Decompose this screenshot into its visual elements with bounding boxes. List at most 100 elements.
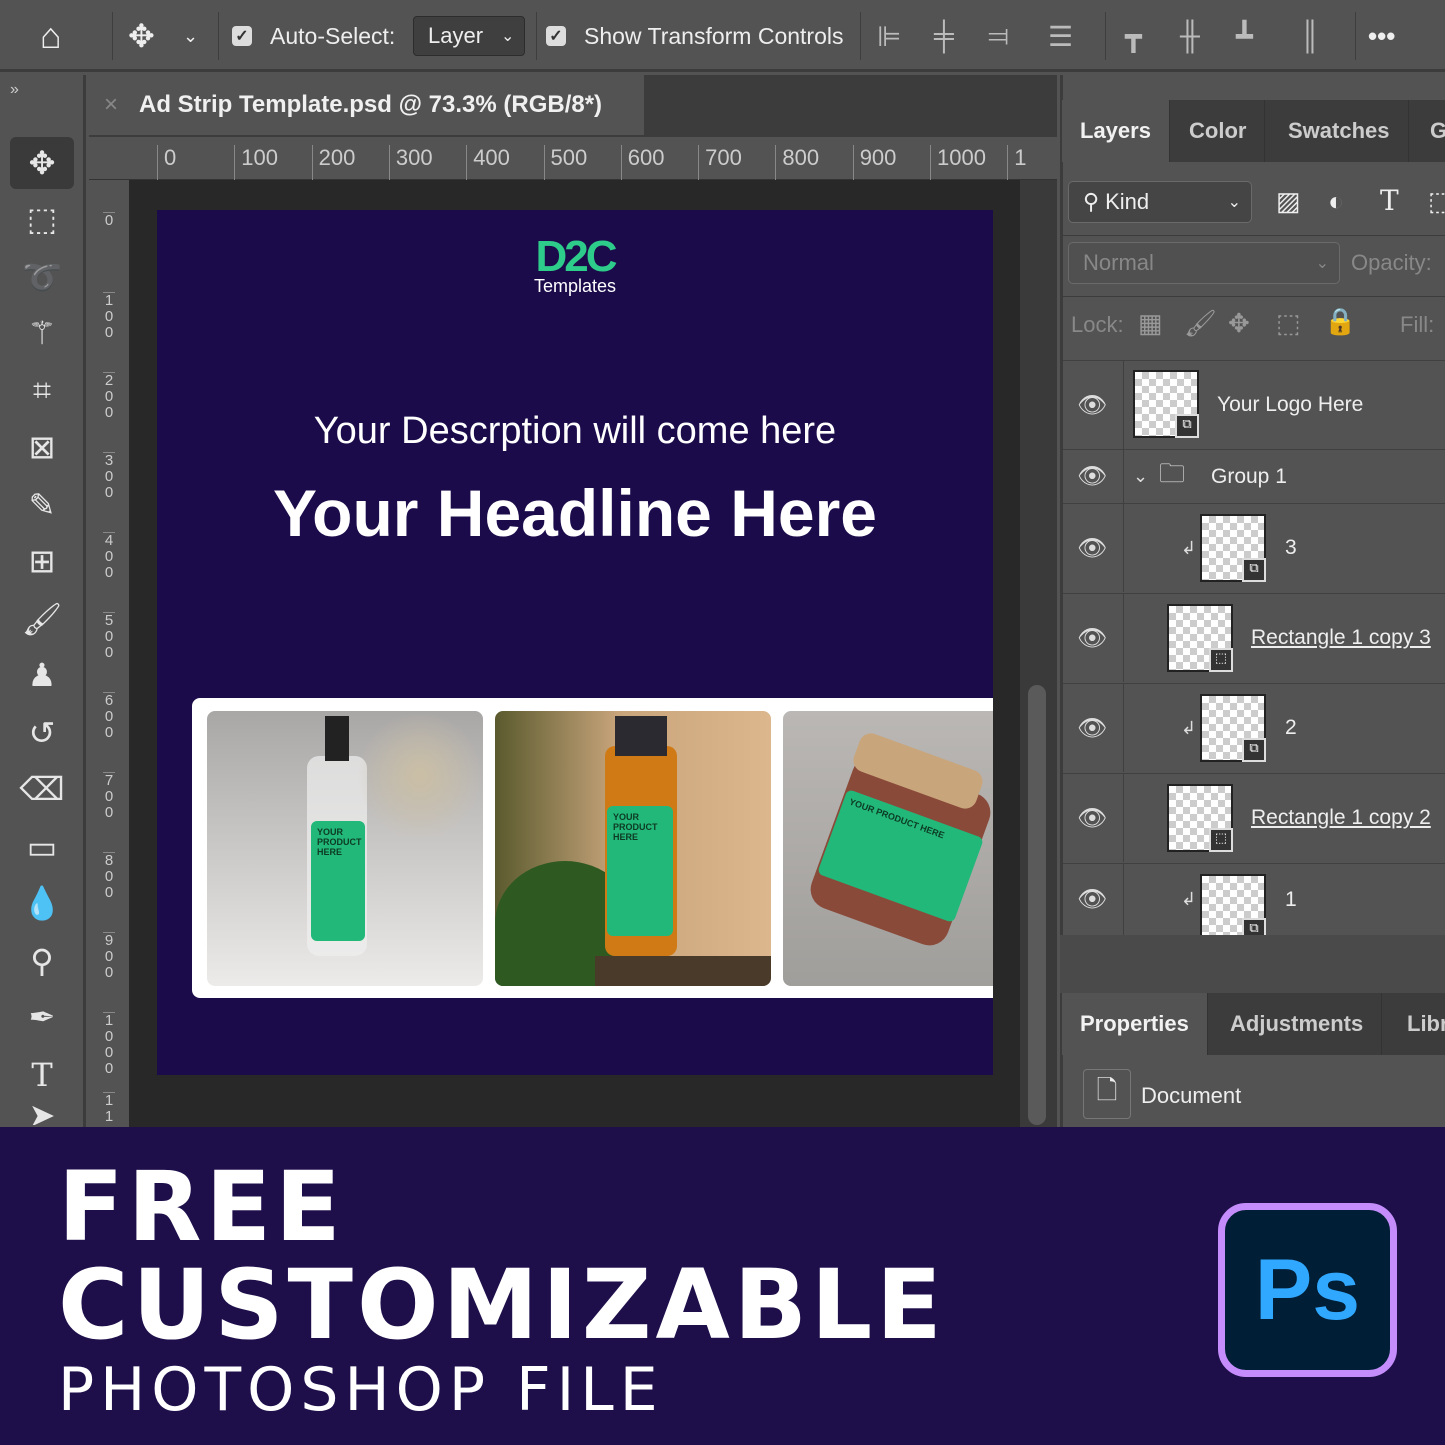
tab-layers[interactable]: Layers xyxy=(1062,100,1170,162)
visibility-eye-icon[interactable]: 👁 xyxy=(1077,534,1107,563)
tab-adjustments[interactable]: Adjustments xyxy=(1212,993,1383,1055)
product-strip: YOUR PRODUCT HERE YOUR PRODUCT HERE YOUR… xyxy=(192,698,993,998)
chevron-down-icon[interactable]: ⌄ xyxy=(1133,466,1148,487)
type-filter-icon[interactable]: T xyxy=(1380,184,1399,217)
show-transform-checkbox[interactable]: ✓ xyxy=(546,0,566,72)
visibility-eye-icon[interactable]: 👁 xyxy=(1077,885,1107,914)
lock-all-icon[interactable]: 🔒 xyxy=(1324,306,1356,337)
more-icon[interactable]: ••• xyxy=(1368,0,1395,72)
product-image-amber-bottle: YOUR PRODUCT HERE xyxy=(495,711,771,986)
ruler-tick-label: 500 xyxy=(103,612,115,661)
filter-kind-value: Kind xyxy=(1105,189,1150,214)
visibility-eye-icon[interactable]: 👁 xyxy=(1077,624,1107,653)
shape-vector-icon: ⬚ xyxy=(1209,648,1233,672)
magic-wand-icon[interactable]: ⚚ xyxy=(10,307,74,359)
ruler-tick-label: 800 xyxy=(103,852,115,901)
layer-row[interactable]: 👁 ⧉ Your Logo Here xyxy=(1063,360,1445,449)
clipping-arrow-icon: ↲ xyxy=(1181,889,1197,909)
document-tab[interactable]: × Ad Strip Template.psd @ 73.3% (RGB/8*) xyxy=(89,75,644,135)
crop-tool-icon[interactable]: ⌗ xyxy=(10,365,74,417)
move-tool-icon[interactable]: ✥ xyxy=(128,0,155,72)
ruler-tick-label: 100 xyxy=(103,292,115,341)
ruler-tick-label: 300 xyxy=(103,452,115,501)
distribute-icon[interactable]: ☰ xyxy=(1048,0,1073,72)
artboard[interactable]: D2C Templates Your Descrption will come … xyxy=(157,210,993,1075)
lock-paint-icon[interactable]: 🖌 xyxy=(1184,308,1217,339)
gradient-tool-icon[interactable]: ▭ xyxy=(10,821,74,873)
ruler-tick-label: 200 xyxy=(311,145,355,180)
description-text: Your Descrption will come here xyxy=(313,410,837,452)
chevron-down-icon[interactable]: ⌄ xyxy=(183,0,198,72)
layer-row[interactable]: 👁 ↲ ⧉ 2 xyxy=(1063,683,1445,772)
lock-transparent-icon[interactable]: ▦ xyxy=(1138,308,1163,339)
shape-vector-icon: ⬚ xyxy=(1209,828,1233,852)
pen-tool-icon[interactable]: ✒ xyxy=(10,991,74,1043)
layer-filter-kind[interactable]: ⚲ Kind ⌄ xyxy=(1068,181,1252,223)
move-tool-icon[interactable]: ✥ xyxy=(10,137,74,189)
align-right-icon[interactable]: ⫤ xyxy=(988,0,1009,72)
visibility-eye-icon[interactable]: 👁 xyxy=(1077,804,1107,833)
layer-row[interactable]: 👁 ↲ ⧉ 1 xyxy=(1063,863,1445,935)
visibility-eye-icon[interactable]: 👁 xyxy=(1077,391,1107,420)
horizontal-ruler: 0 100 200 300 400 500 600 700 800 900 1000 1 xyxy=(89,137,1057,180)
layer-name: 1 xyxy=(1285,887,1297,911)
align-middle-icon[interactable]: ╫ xyxy=(1180,0,1200,72)
product-image-jar: YOUR PRODUCT HERE xyxy=(783,711,993,986)
blend-mode-select[interactable]: Normal ⌄ xyxy=(1068,242,1340,284)
align-bottom-icon[interactable]: ┻ xyxy=(1236,0,1253,72)
layer-row[interactable]: 👁 ⬚ Rectangle 1 copy 2 xyxy=(1063,773,1445,862)
stamp-tool-icon[interactable]: ♟ xyxy=(10,649,74,701)
shape-filter-icon[interactable]: ⬚ xyxy=(1428,186,1445,217)
layer-row[interactable]: 👁 ⬚ Rectangle 1 copy 3 xyxy=(1063,593,1445,682)
marquee-tool-icon[interactable]: ⬚ xyxy=(10,193,74,245)
layer-name: 2 xyxy=(1285,716,1297,739)
visibility-eye-icon[interactable]: 👁 xyxy=(1077,714,1107,743)
smart-object-icon: ⧉ xyxy=(1175,414,1199,438)
tab-libraries[interactable]: Libr xyxy=(1389,993,1445,1055)
tab-more[interactable]: G xyxy=(1412,100,1445,162)
tab-properties[interactable]: Properties xyxy=(1062,993,1208,1055)
ruler-tick-label: 300 xyxy=(388,145,433,180)
adjustment-filter-icon[interactable]: ◐ xyxy=(1328,186,1344,217)
collapse-icon[interactable]: » xyxy=(10,81,19,99)
healing-brush-icon[interactable]: ⊞ xyxy=(10,535,74,587)
lasso-tool-icon[interactable]: ➰ xyxy=(10,251,74,303)
ruler-tick-label: 400 xyxy=(103,532,115,581)
eyedropper-icon[interactable]: ✎ xyxy=(10,479,74,531)
layer-row[interactable]: 👁 ⌄ 🗀 Group 1 xyxy=(1063,449,1445,503)
layer-select-value: Layer xyxy=(428,23,484,48)
fill-label: Fill: xyxy=(1400,312,1435,337)
ruler-tick-label: 0 xyxy=(157,145,176,180)
brush-tool-icon[interactable]: 🖌 xyxy=(10,593,74,645)
tab-color[interactable]: Color xyxy=(1171,100,1266,162)
align-center-icon[interactable]: ╪ xyxy=(934,0,954,72)
visibility-eye-icon[interactable]: 👁 xyxy=(1077,462,1107,491)
lock-label: Lock: xyxy=(1071,312,1124,337)
dodge-tool-icon[interactable]: ⚲ xyxy=(10,935,74,987)
path-select-icon[interactable]: ➤ xyxy=(10,1105,74,1125)
scrollbar-thumb[interactable] xyxy=(1028,685,1046,1125)
align-top-icon[interactable]: ┳ xyxy=(1125,0,1142,72)
lock-position-icon[interactable]: ✥ xyxy=(1228,308,1250,339)
home-icon[interactable]: ⌂ xyxy=(40,0,62,72)
image-filter-icon[interactable]: ▨ xyxy=(1276,186,1301,217)
layer-select[interactable]: Layer ⌄ xyxy=(413,16,525,56)
layer-row[interactable]: 👁 ↲ ⧉ 3 xyxy=(1063,503,1445,592)
search-icon: ⚲ xyxy=(1083,189,1100,214)
close-icon[interactable]: × xyxy=(104,91,118,119)
type-tool-icon[interactable]: T xyxy=(10,1049,74,1101)
align-left-icon[interactable]: ⊫ xyxy=(877,0,901,72)
auto-select-checkbox[interactable]: ✓ xyxy=(232,0,252,72)
blur-tool-icon[interactable]: 💧 xyxy=(10,877,74,929)
eraser-icon[interactable]: ⌫ xyxy=(10,763,74,815)
frame-tool-icon[interactable]: ⊠ xyxy=(10,421,74,473)
vertical-ruler: 0 100 200 300 400 500 600 700 800 900 1000 11 xyxy=(89,180,129,1127)
tools-panel: » ✥ ⬚ ➰ ⚚ ⌗ ⊠ ✎ ⊞ 🖌 ♟ ↺ ⌫ ▭ 💧 ⚲ ✒ T ➤ xyxy=(0,75,86,1127)
layer-name: Rectangle 1 copy 3 xyxy=(1251,626,1431,649)
tab-swatches[interactable]: Swatches xyxy=(1270,100,1409,162)
history-brush-icon[interactable]: ↺ xyxy=(10,707,74,759)
smart-object-icon: ⧉ xyxy=(1242,738,1266,762)
distribute-horizontal-icon[interactable]: ║ xyxy=(1300,0,1320,72)
lock-artboard-icon[interactable]: ⬚ xyxy=(1276,308,1301,339)
headline-text: Your Headline Here xyxy=(273,476,877,550)
